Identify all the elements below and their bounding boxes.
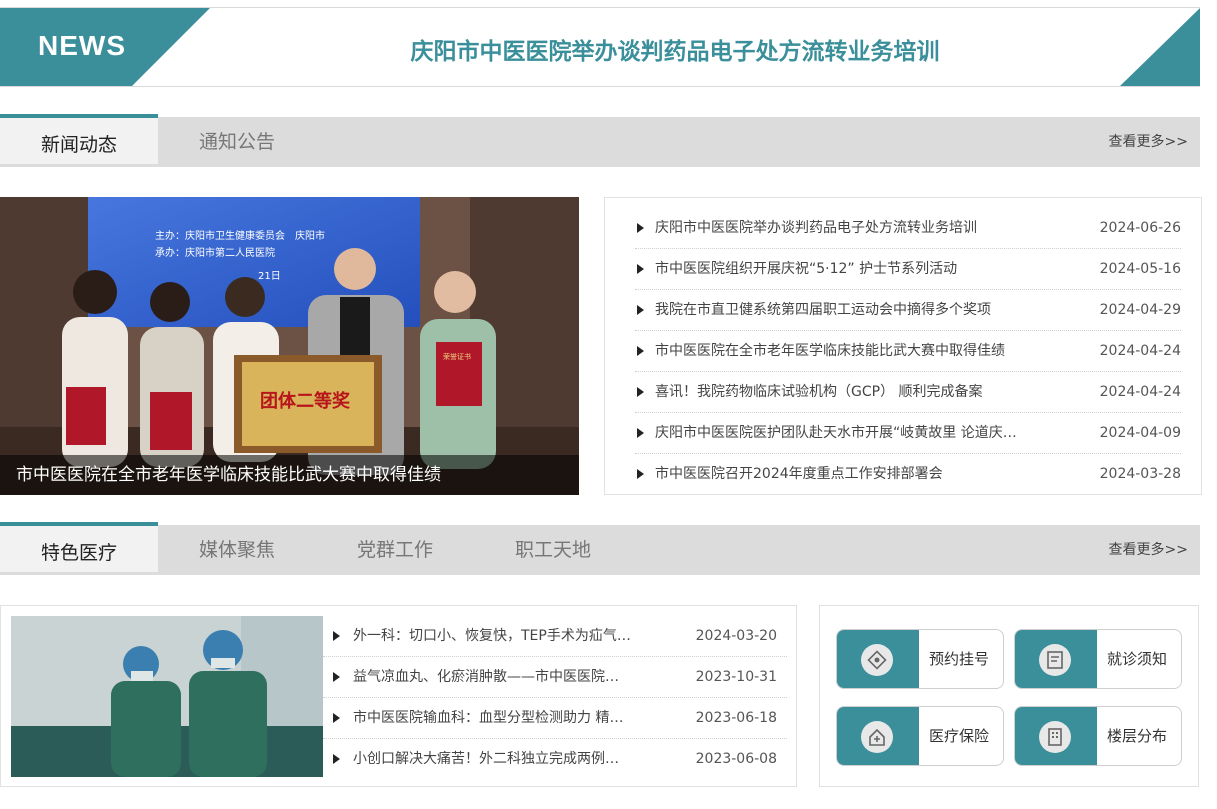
- item-title[interactable]: 市中医医院在全市老年医学临床技能比武大赛中取得佳绩: [655, 331, 1055, 372]
- special-medical-box: 外一科：切口小、恢复快，TEP手术为疝气… 2024-03-20 益气凉血丸、化瘀…: [0, 605, 797, 787]
- news-corner-triangle: [1120, 8, 1200, 86]
- item-date: 2024-03-28: [1099, 466, 1181, 482]
- feature-photo[interactable]: 主办：庆阳市卫生健康委员会 庆阳市 承办：庆阳市第二人民医院 21日 荣誉证书 …: [0, 197, 579, 495]
- tab-news[interactable]: 新闻动态: [0, 114, 158, 164]
- certificate-text: 荣誉证书: [443, 352, 471, 361]
- item-date: 2023-10-31: [695, 669, 777, 685]
- screen-line-1: 主办：庆阳市卫生健康委员会 庆阳市: [155, 229, 325, 242]
- bullet-icon: [637, 387, 644, 397]
- item-title[interactable]: 我院在市直卫健系统第四届职工运动会中摘得多个奖项: [655, 290, 1055, 331]
- visit-notice-label: 就诊须知: [1107, 650, 1168, 668]
- list-item[interactable]: 我院在市直卫健系统第四届职工运动会中摘得多个奖项 2024-04-29: [635, 290, 1181, 331]
- list-item[interactable]: 外一科：切口小、恢复快，TEP手术为疝气… 2024-03-20: [323, 616, 787, 657]
- bullet-icon: [637, 469, 644, 479]
- floor-map-label: 楼层分布: [1107, 727, 1168, 745]
- item-date: 2024-03-20: [695, 628, 777, 644]
- insurance-icon: [861, 721, 893, 753]
- bullet-icon: [637, 264, 644, 274]
- screen-line-2: 承办：庆阳市第二人民医院: [155, 246, 275, 259]
- appointment-button[interactable]: 预约挂号: [836, 629, 1004, 689]
- item-date: 2023-06-18: [695, 710, 777, 726]
- tab-staff[interactable]: 职工天地: [474, 525, 632, 575]
- list-item[interactable]: 益气凉血丸、化瘀消肿散——市中医医院… 2023-10-31: [323, 657, 787, 698]
- bullet-icon: [333, 631, 340, 641]
- appointment-label: 预约挂号: [929, 650, 990, 668]
- list-item[interactable]: 庆阳市中医医院举办谈判药品电子处方流转业务培训 2024-06-26: [635, 208, 1181, 249]
- item-title[interactable]: 市中医医院输血科：血型分型检测助力 精…: [353, 698, 653, 739]
- insurance-button[interactable]: 医疗保险: [836, 706, 1004, 766]
- list-item[interactable]: 市中医医院输血科：血型分型检测助力 精… 2023-06-18: [323, 698, 787, 739]
- list-item[interactable]: 市中医医院组织开展庆祝“5·12” 护士节系列活动 2024-05-16: [635, 249, 1181, 290]
- registration-icon: [861, 644, 893, 676]
- item-title[interactable]: 市中医医院召开2024年度重点工作安排部署会: [655, 454, 1055, 495]
- plaque-text: 团体二等奖: [260, 390, 351, 412]
- item-title[interactable]: 益气凉血丸、化瘀消肿散——市中医医院…: [353, 657, 653, 698]
- list-item[interactable]: 市中医医院召开2024年度重点工作安排部署会 2024-03-28: [635, 454, 1181, 495]
- item-title[interactable]: 庆阳市中医医院医护团队赴天水市开展“岐黄故里 论道庆…: [655, 413, 1055, 454]
- item-date: 2024-04-24: [1099, 384, 1181, 400]
- bullet-icon: [333, 754, 340, 764]
- item-date: 2024-04-29: [1099, 302, 1181, 318]
- bullet-icon: [637, 223, 644, 233]
- news-tag-label: NEWS: [38, 30, 126, 61]
- news-list: 庆阳市中医医院举办谈判药品电子处方流转业务培训 2024-06-26 市中医医院组…: [604, 197, 1202, 495]
- visit-notice-button[interactable]: 就诊须知: [1014, 629, 1182, 689]
- news-tag: NEWS: [0, 8, 210, 86]
- item-title[interactable]: 市中医医院组织开展庆祝“5·12” 护士节系列活动: [655, 249, 1055, 290]
- surgery-photo[interactable]: [11, 616, 323, 777]
- surgery-illustration: [11, 616, 323, 777]
- insurance-label: 医疗保险: [929, 727, 990, 745]
- bullet-icon: [333, 713, 340, 723]
- tab-special-medical[interactable]: 特色医疗: [0, 522, 158, 572]
- notice-icon: [1039, 644, 1071, 676]
- item-date: 2024-04-09: [1099, 425, 1181, 441]
- bullet-icon: [637, 428, 644, 438]
- bullet-icon: [637, 346, 644, 356]
- item-date: 2024-05-16: [1099, 261, 1181, 277]
- list-item[interactable]: 市中医医院在全市老年医学临床技能比武大赛中取得佳绩 2024-04-24: [635, 331, 1181, 372]
- special-medical-list: 外一科：切口小、恢复快，TEP手术为疝气… 2024-03-20 益气凉血丸、化瘀…: [323, 616, 787, 780]
- item-date: 2024-06-26: [1099, 220, 1181, 236]
- floor-map-icon: [1039, 721, 1071, 753]
- item-date: 2024-04-24: [1099, 343, 1181, 359]
- view-more-link[interactable]: 查看更多>>: [1109, 117, 1188, 167]
- tab-media[interactable]: 媒体聚焦: [158, 525, 316, 575]
- news-banner: NEWS 庆阳市中医医院举办谈判药品电子处方流转业务培训: [0, 7, 1200, 87]
- award-photo-illustration: 主办：庆阳市卫生健康委员会 庆阳市 承办：庆阳市第二人民医院 21日 荣誉证书 …: [0, 197, 579, 495]
- news-headline[interactable]: 庆阳市中医医院举办谈判药品电子处方流转业务培训: [240, 32, 1110, 66]
- news-tabbar: 新闻动态 通知公告 查看更多>>: [0, 114, 1200, 167]
- item-title[interactable]: 外一科：切口小、恢复快，TEP手术为疝气…: [353, 616, 653, 657]
- quick-links-panel: 预约挂号 就诊须知 医疗保险 楼层分布: [819, 605, 1199, 787]
- list-item[interactable]: 喜讯！我院药物临床试验机构（GCP） 顺利完成备案 2024-04-24: [635, 372, 1181, 413]
- item-date: 2023-06-08: [695, 751, 777, 767]
- bullet-icon: [333, 672, 340, 682]
- screen-line-3: 21日: [258, 271, 281, 282]
- floor-map-button[interactable]: 楼层分布: [1014, 706, 1182, 766]
- item-title[interactable]: 庆阳市中医医院举办谈判药品电子处方流转业务培训: [655, 208, 1055, 249]
- feature-tabbar: 特色医疗 媒体聚焦 党群工作 职工天地 查看更多>>: [0, 522, 1200, 575]
- feature-caption[interactable]: 市中医医院在全市老年医学临床技能比武大赛中取得佳绩: [0, 455, 579, 495]
- item-title[interactable]: 小创口解决大痛苦！外二科独立完成两例…: [353, 739, 653, 780]
- item-title[interactable]: 喜讯！我院药物临床试验机构（GCP） 顺利完成备案: [655, 372, 1055, 413]
- tab-party-work[interactable]: 党群工作: [316, 525, 474, 575]
- bullet-icon: [637, 305, 644, 315]
- list-item[interactable]: 庆阳市中医医院医护团队赴天水市开展“岐黄故里 论道庆… 2024-04-09: [635, 413, 1181, 454]
- tab-notices[interactable]: 通知公告: [158, 117, 316, 167]
- list-item[interactable]: 小创口解决大痛苦！外二科独立完成两例… 2023-06-08: [323, 739, 787, 780]
- view-more-link[interactable]: 查看更多>>: [1109, 525, 1188, 575]
